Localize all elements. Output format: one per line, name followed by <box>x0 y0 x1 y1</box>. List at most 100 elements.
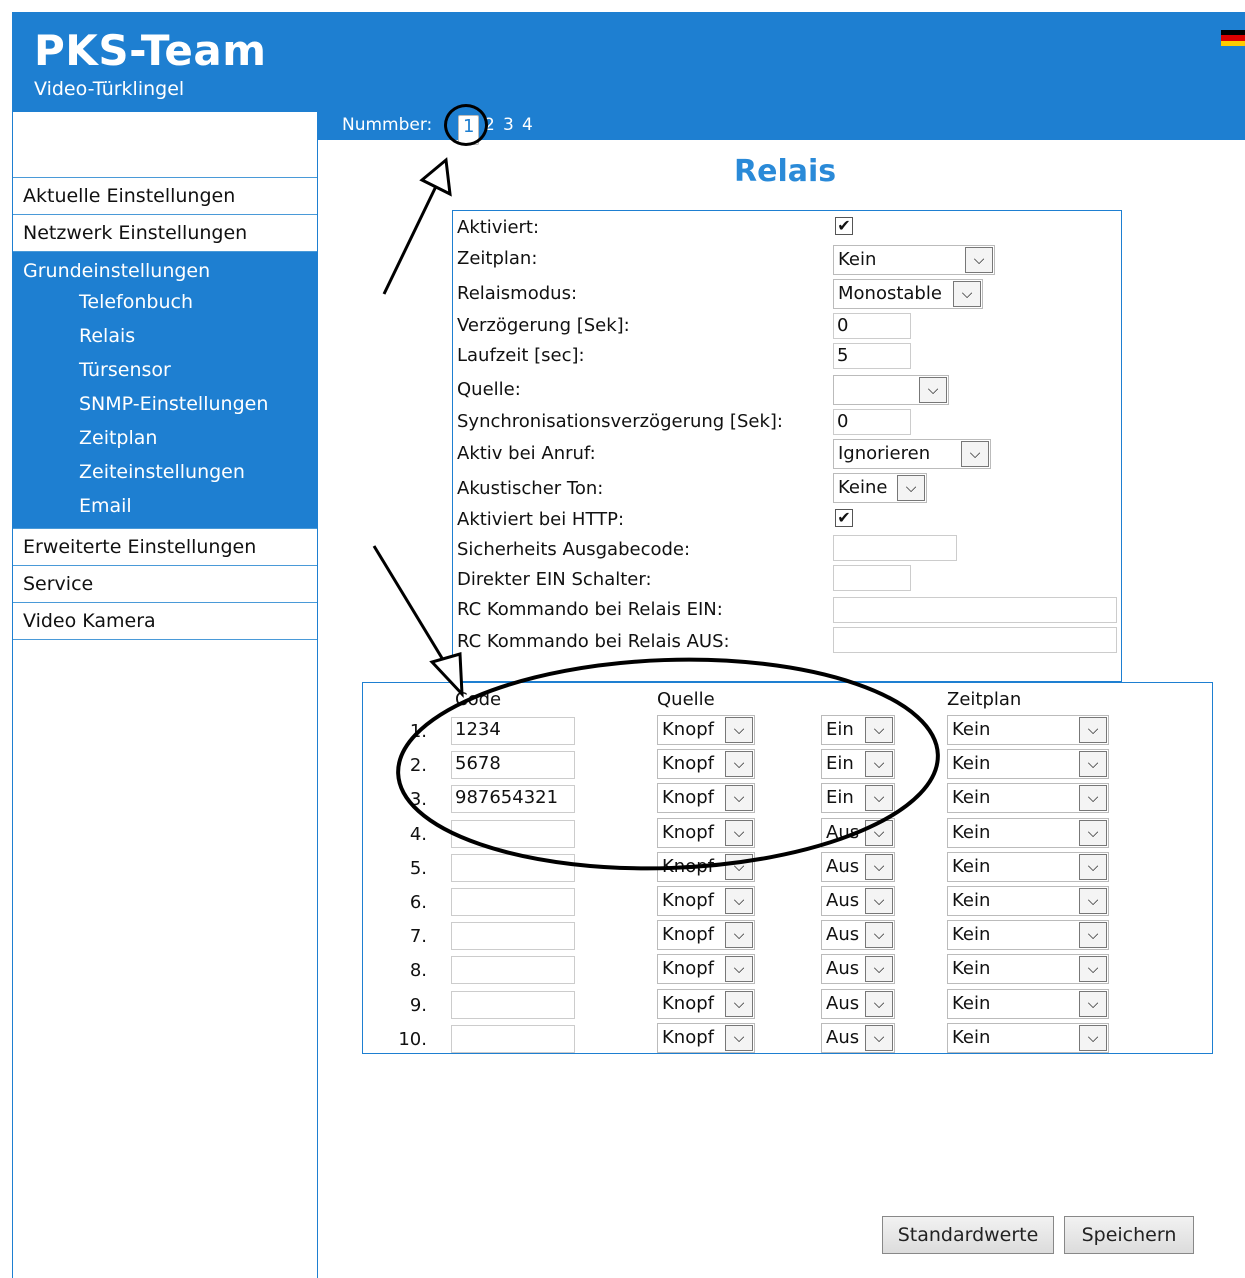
rc-ein-input[interactable] <box>833 597 1117 623</box>
label-zeitplan: Zeitplan: <box>457 248 538 269</box>
code-state-value: Aus <box>826 1026 860 1048</box>
sidebar-item-tuersensor[interactable]: Türsensor <box>13 354 317 388</box>
code-quelle-value: Knopf <box>662 992 714 1014</box>
code-zeitplan-select[interactable]: Kein ⌵ <box>947 920 1109 951</box>
code-input[interactable]: 5678 <box>451 751 575 780</box>
code-quelle-select[interactable]: Knopf ⌵ <box>657 817 755 848</box>
code-zeitplan-select[interactable]: Kein ⌵ <box>947 715 1109 745</box>
aktiviert-checkbox[interactable]: ✔ <box>835 217 853 235</box>
laufzeit-input[interactable]: 5 <box>833 343 911 369</box>
chevron-down-icon: ⌵ <box>919 377 947 403</box>
code-quelle-select[interactable]: Knopf ⌵ <box>657 1022 755 1053</box>
chevron-down-icon: ⌵ <box>865 751 893 778</box>
chevron-down-icon: ⌵ <box>1079 956 1107 983</box>
label-relaismodus: Relaismodus: <box>457 283 578 304</box>
sicherheit-input[interactable] <box>833 535 957 561</box>
sidebar-item-grundeinstellungen[interactable]: Grundeinstellungen <box>13 252 317 286</box>
sidebar-item-service[interactable]: Service <box>13 566 317 603</box>
code-zeitplan-select[interactable]: Kein ⌵ <box>947 783 1109 814</box>
code-zeitplan-select[interactable]: Kein ⌵ <box>947 886 1109 916</box>
code-state-select[interactable]: Aus ⌵ <box>821 1022 895 1053</box>
aktiv-anruf-select[interactable]: Ignorieren ⌵ <box>833 439 991 469</box>
relay-number-4[interactable]: 4 <box>522 115 533 135</box>
rc-aus-input[interactable] <box>833 627 1117 653</box>
chevron-down-icon: ⌵ <box>865 922 893 949</box>
relaismodus-value: Monostable <box>838 283 942 304</box>
code-state-select[interactable]: Aus ⌵ <box>821 886 895 916</box>
zeitplan-select[interactable]: Kein ⌵ <box>833 245 995 275</box>
code-state-select[interactable]: Aus ⌵ <box>821 988 895 1019</box>
german-flag-icon[interactable] <box>1221 30 1245 46</box>
code-state-select[interactable]: Ein ⌵ <box>821 783 895 814</box>
code-quelle-select[interactable]: Knopf ⌵ <box>657 749 755 780</box>
code-input[interactable]: 1234 <box>451 717 575 745</box>
sidebar-item-video-kamera[interactable]: Video Kamera <box>13 603 317 640</box>
code-zeitplan-select[interactable]: Kein ⌵ <box>947 1022 1109 1053</box>
chevron-down-icon: ⌵ <box>1079 785 1107 812</box>
verzoegerung-input[interactable]: 0 <box>833 313 911 339</box>
code-input[interactable] <box>451 956 575 985</box>
code-state-select[interactable]: Aus ⌵ <box>821 954 895 985</box>
code-quelle-select[interactable]: Knopf ⌵ <box>657 954 755 985</box>
http-checkbox[interactable]: ✔ <box>835 509 853 527</box>
chevron-down-icon: ⌵ <box>865 819 893 846</box>
label-http: Aktiviert bei HTTP: <box>457 509 625 530</box>
relay-number-3[interactable]: 3 <box>503 115 514 135</box>
code-row-index: 5. <box>409 857 427 879</box>
code-state-select[interactable]: Aus ⌵ <box>821 817 895 848</box>
code-input[interactable] <box>451 922 575 951</box>
code-zeitplan-select[interactable]: Kein ⌵ <box>947 954 1109 985</box>
zeitplan-value: Kein <box>838 249 877 270</box>
sidebar-item-erweiterte[interactable]: Erweiterte Einstellungen <box>13 529 317 566</box>
code-input[interactable]: 987654321 <box>451 785 575 814</box>
sidebar-item-snmp[interactable]: SNMP-Einstellungen <box>13 388 317 422</box>
chevron-down-icon: ⌵ <box>1079 888 1107 914</box>
direkt-input[interactable] <box>833 565 911 591</box>
standardwerte-button[interactable]: Standardwerte <box>882 1216 1054 1254</box>
code-quelle-select[interactable]: Knopf ⌵ <box>657 886 755 916</box>
sidebar-item-relais[interactable]: Relais <box>13 320 317 354</box>
code-quelle-value: Knopf <box>662 1026 714 1048</box>
sidebar-item-zeitplan[interactable]: Zeitplan <box>13 422 317 456</box>
relaismodus-select[interactable]: Monostable ⌵ <box>833 279 983 309</box>
code-quelle-select[interactable]: Knopf ⌵ <box>657 920 755 951</box>
chevron-down-icon: ⌵ <box>865 717 893 743</box>
label-sicherheit: Sicherheits Ausgabecode: <box>457 539 691 560</box>
code-state-select[interactable]: Ein ⌵ <box>821 749 895 780</box>
code-zeitplan-select[interactable]: Kein ⌵ <box>947 851 1109 882</box>
quelle-select[interactable]: ⌵ <box>833 375 949 405</box>
sidebar-item-netzwerk[interactable]: Netzwerk Einstellungen <box>13 215 317 252</box>
label-sync: Synchronisationsverzögerung [Sek]: <box>457 411 783 432</box>
code-quelle-select[interactable]: Knopf ⌵ <box>657 988 755 1019</box>
sidebar-item-aktuelle[interactable]: Aktuelle Einstellungen <box>13 178 317 215</box>
sidebar-item-zeiteinstellungen[interactable]: Zeiteinstellungen <box>13 456 317 490</box>
chevron-down-icon: ⌵ <box>1079 853 1107 880</box>
speichern-button[interactable]: Speichern <box>1064 1216 1194 1254</box>
ton-select[interactable]: Keine ⌵ <box>833 473 927 503</box>
code-input[interactable] <box>451 888 575 916</box>
code-quelle-select[interactable]: Knopf ⌵ <box>657 715 755 745</box>
code-zeitplan-select[interactable]: Kein ⌵ <box>947 749 1109 780</box>
code-zeitplan-select[interactable]: Kein ⌵ <box>947 988 1109 1019</box>
sync-input[interactable]: 0 <box>833 409 911 435</box>
label-laufzeit: Laufzeit [sec]: <box>457 345 585 366</box>
code-state-select[interactable]: Aus ⌵ <box>821 920 895 951</box>
relay-settings-panel: Aktiviert: ✔ Zeitplan: Kein ⌵ Relaismodus… <box>452 210 1122 682</box>
code-input[interactable] <box>451 990 575 1019</box>
chevron-down-icon: ⌵ <box>865 785 893 812</box>
code-state-select[interactable]: Aus ⌵ <box>821 851 895 882</box>
code-quelle-select[interactable]: Knopf ⌵ <box>657 783 755 814</box>
code-state-select[interactable]: Ein ⌵ <box>821 715 895 745</box>
code-row-index: 10. <box>398 1028 427 1050</box>
code-zeitplan-select[interactable]: Kein ⌵ <box>947 817 1109 848</box>
code-quelle-value: Knopf <box>662 924 714 946</box>
sidebar-item-email[interactable]: Email <box>13 490 317 524</box>
sidebar-item-telefonbuch[interactable]: Telefonbuch <box>13 286 317 320</box>
code-input[interactable] <box>451 853 575 882</box>
app-header: PKS-Team Video-Türklingel <box>12 12 1245 112</box>
code-zeitplan-value: Kein <box>952 924 991 946</box>
chevron-down-icon: ⌵ <box>865 888 893 914</box>
code-quelle-select[interactable]: Knopf ⌵ <box>657 851 755 882</box>
code-input[interactable] <box>451 819 575 848</box>
code-input[interactable] <box>451 1024 575 1053</box>
